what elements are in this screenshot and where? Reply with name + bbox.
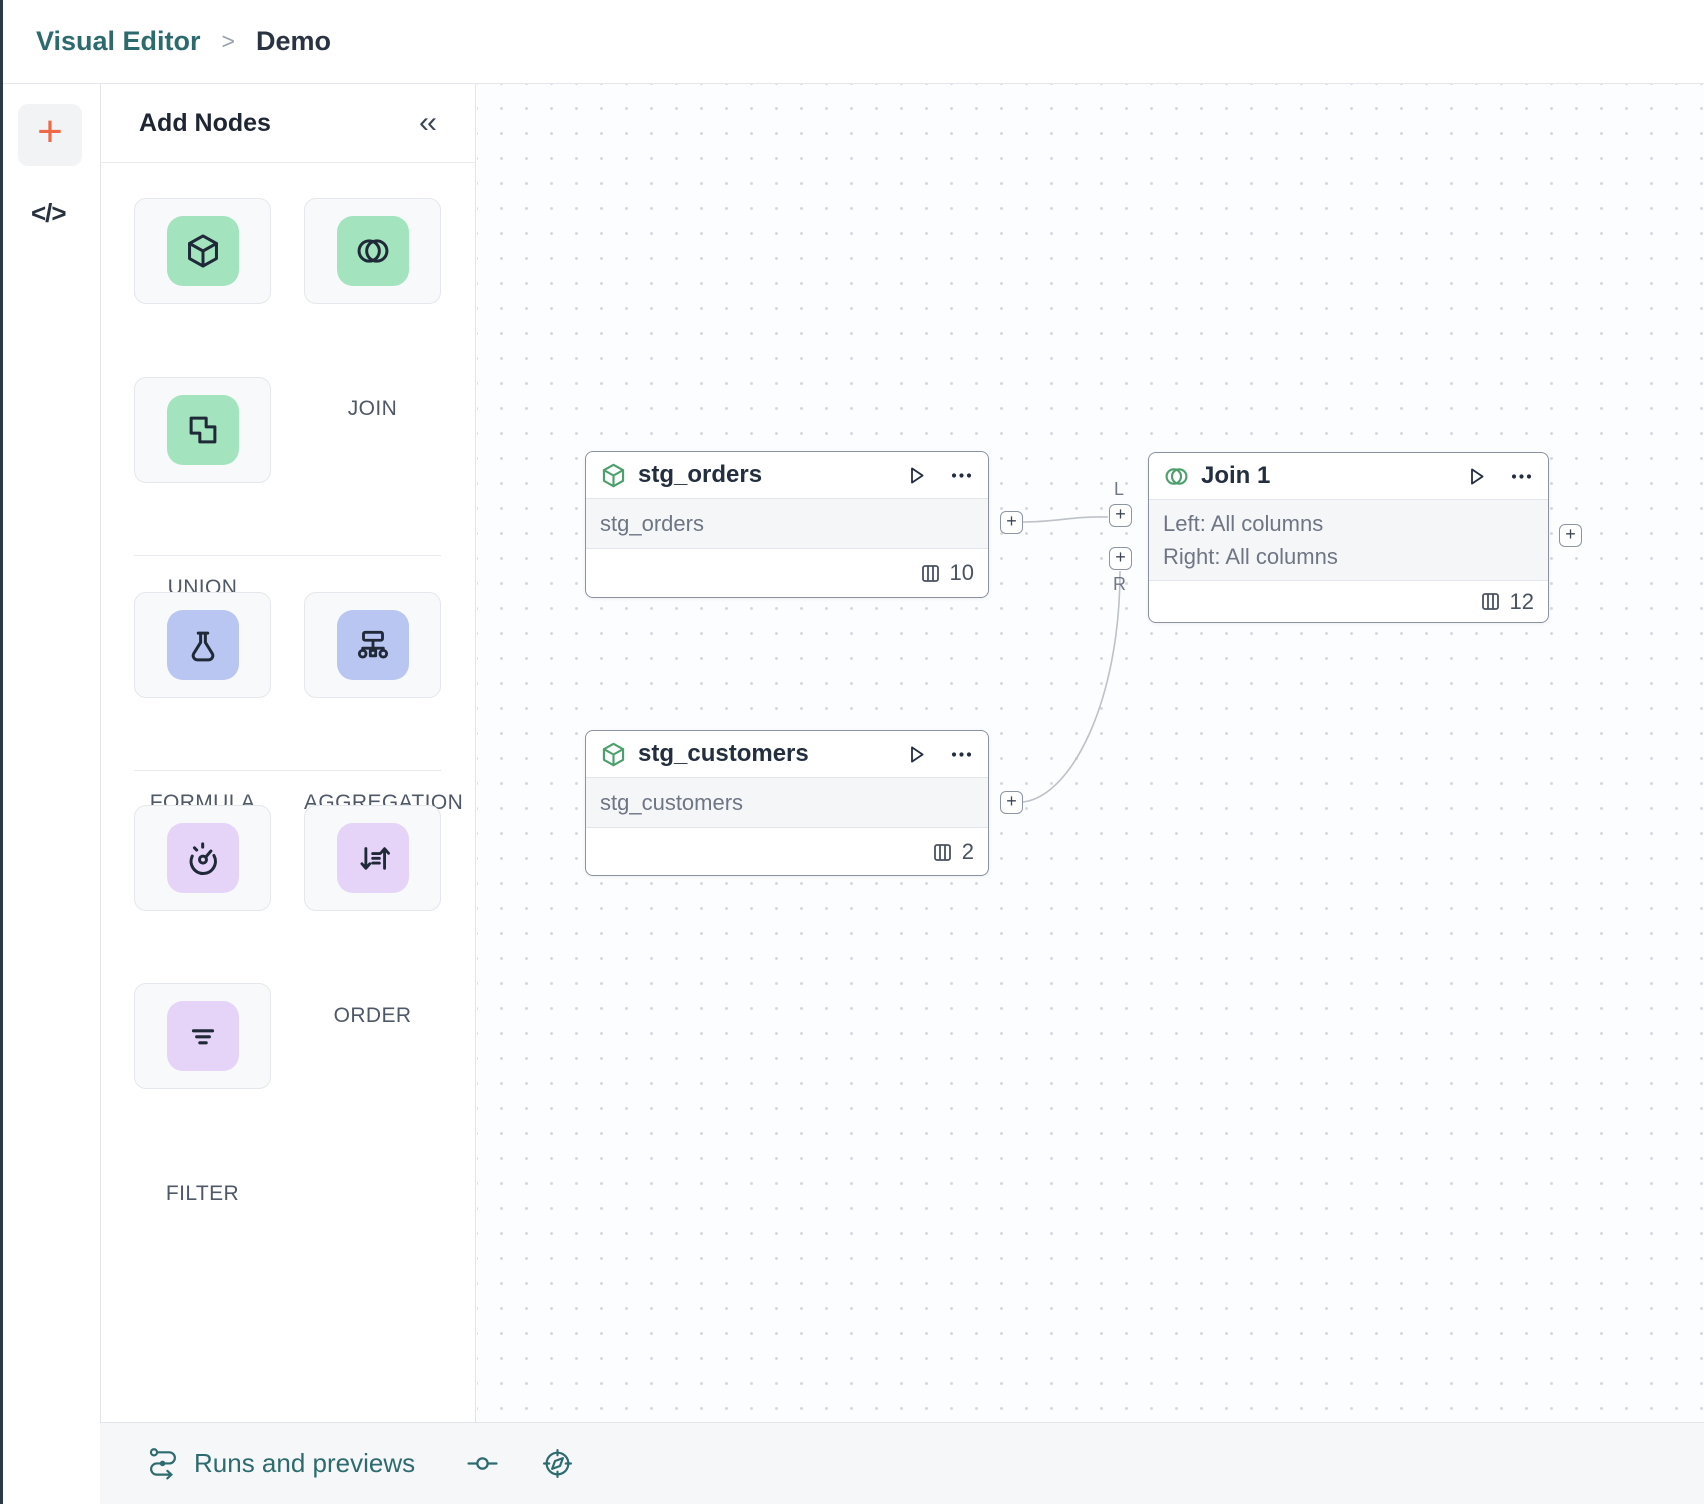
join-left-line: Left: All columns xyxy=(1163,507,1534,540)
flask-icon xyxy=(167,610,239,680)
runs-and-previews-button[interactable]: Runs and previews xyxy=(147,1446,415,1482)
palette-tile-union[interactable] xyxy=(134,377,271,483)
palette-tile-model[interactable] xyxy=(134,198,271,304)
join-right-port-label: R xyxy=(1113,574,1126,595)
runs-and-previews-label: Runs and previews xyxy=(194,1448,415,1479)
node-header: stg_orders xyxy=(586,452,988,498)
cube-icon xyxy=(600,741,627,768)
left-rail: + </> xyxy=(3,84,100,1504)
join-right-line: Right: All columns xyxy=(1163,540,1534,573)
add-node-button[interactable]: + xyxy=(18,104,82,166)
node-title: stg_orders xyxy=(638,461,904,489)
palette-tile-limit[interactable] xyxy=(134,805,271,911)
status-bar: Runs and previews xyxy=(100,1422,1704,1504)
palette-tile-order[interactable] xyxy=(304,805,441,911)
columns-count: 10 xyxy=(950,560,974,586)
panel-header: Add Nodes ‹‹ xyxy=(101,84,475,163)
palette-tile-aggregation[interactable] xyxy=(304,592,441,698)
code-view-icon[interactable]: </> xyxy=(31,198,66,229)
join-circles-icon xyxy=(337,216,409,286)
node-stg-orders[interactable]: stg_orders stg_orders 10 xyxy=(585,451,989,598)
palette-label-order: ORDER xyxy=(304,1004,441,1028)
cube-icon xyxy=(167,216,239,286)
run-node-icon[interactable] xyxy=(1464,464,1489,489)
node-footer: 12 xyxy=(1149,581,1548,622)
palette-tile-filter[interactable] xyxy=(134,983,271,1089)
columns-count: 12 xyxy=(1510,589,1534,615)
node-title: Join 1 xyxy=(1201,462,1464,490)
node-subtitle: stg_customers xyxy=(586,777,988,828)
breadcrumb-section[interactable]: Visual Editor xyxy=(36,26,201,57)
app-left-edge xyxy=(0,0,3,1504)
node-header: stg_customers xyxy=(586,731,988,777)
sort-icon xyxy=(337,823,409,893)
filter-lines-icon xyxy=(167,1001,239,1071)
hierarchy-icon xyxy=(337,610,409,680)
handle-orders-output[interactable]: + xyxy=(1000,511,1023,534)
node-subtitle: stg_orders xyxy=(586,498,988,549)
collapse-panel-icon[interactable]: ‹‹ xyxy=(419,108,435,138)
run-node-icon[interactable] xyxy=(904,742,929,767)
commit-icon[interactable] xyxy=(467,1456,498,1471)
top-bar: Visual Editor > Demo xyxy=(3,0,1704,84)
handle-join-output[interactable]: + xyxy=(1559,524,1582,547)
columns-icon xyxy=(920,563,941,584)
node-menu-icon[interactable] xyxy=(949,742,974,767)
breadcrumb-separator: > xyxy=(222,28,235,55)
handle-customers-output[interactable]: + xyxy=(1000,791,1023,814)
breadcrumb-page-title: Demo xyxy=(256,26,331,57)
node-menu-icon[interactable] xyxy=(949,463,974,488)
node-stg-customers[interactable]: stg_customers stg_customers 2 xyxy=(585,730,989,876)
node-footer: 2 xyxy=(586,828,988,876)
palette-tile-formula[interactable] xyxy=(134,592,271,698)
palette-divider xyxy=(134,555,441,556)
node-footer: 10 xyxy=(586,549,988,597)
columns-icon xyxy=(932,842,953,863)
columns-count: 2 xyxy=(962,839,974,865)
columns-icon xyxy=(1480,591,1501,612)
join-circles-icon xyxy=(1163,463,1190,490)
runs-flow-icon xyxy=(147,1446,179,1482)
panel-title: Add Nodes xyxy=(139,109,271,138)
handle-join-right-input[interactable]: + xyxy=(1109,547,1132,570)
join-left-port-label: L xyxy=(1114,479,1124,500)
add-nodes-panel: Add Nodes ‹‹ MODEL JOIN UNION FORMULA AG… xyxy=(100,84,476,1422)
palette-divider xyxy=(134,770,441,771)
union-shapes-icon xyxy=(167,395,239,465)
palette-tile-join[interactable] xyxy=(304,198,441,304)
node-join-1[interactable]: Join 1 Left: All columns Right: All colu… xyxy=(1148,452,1549,623)
run-node-icon[interactable] xyxy=(904,463,929,488)
compass-icon[interactable] xyxy=(542,1448,573,1479)
node-header: Join 1 xyxy=(1149,453,1548,499)
palette-label-filter: FILTER xyxy=(134,1182,271,1206)
gauge-icon xyxy=(167,823,239,893)
node-join-config: Left: All columns Right: All columns xyxy=(1149,499,1548,581)
node-title: stg_customers xyxy=(638,740,904,768)
cube-icon xyxy=(600,462,627,489)
node-menu-icon[interactable] xyxy=(1509,464,1534,489)
handle-join-left-input[interactable]: + xyxy=(1109,504,1132,527)
palette-label-join: JOIN xyxy=(304,397,441,421)
